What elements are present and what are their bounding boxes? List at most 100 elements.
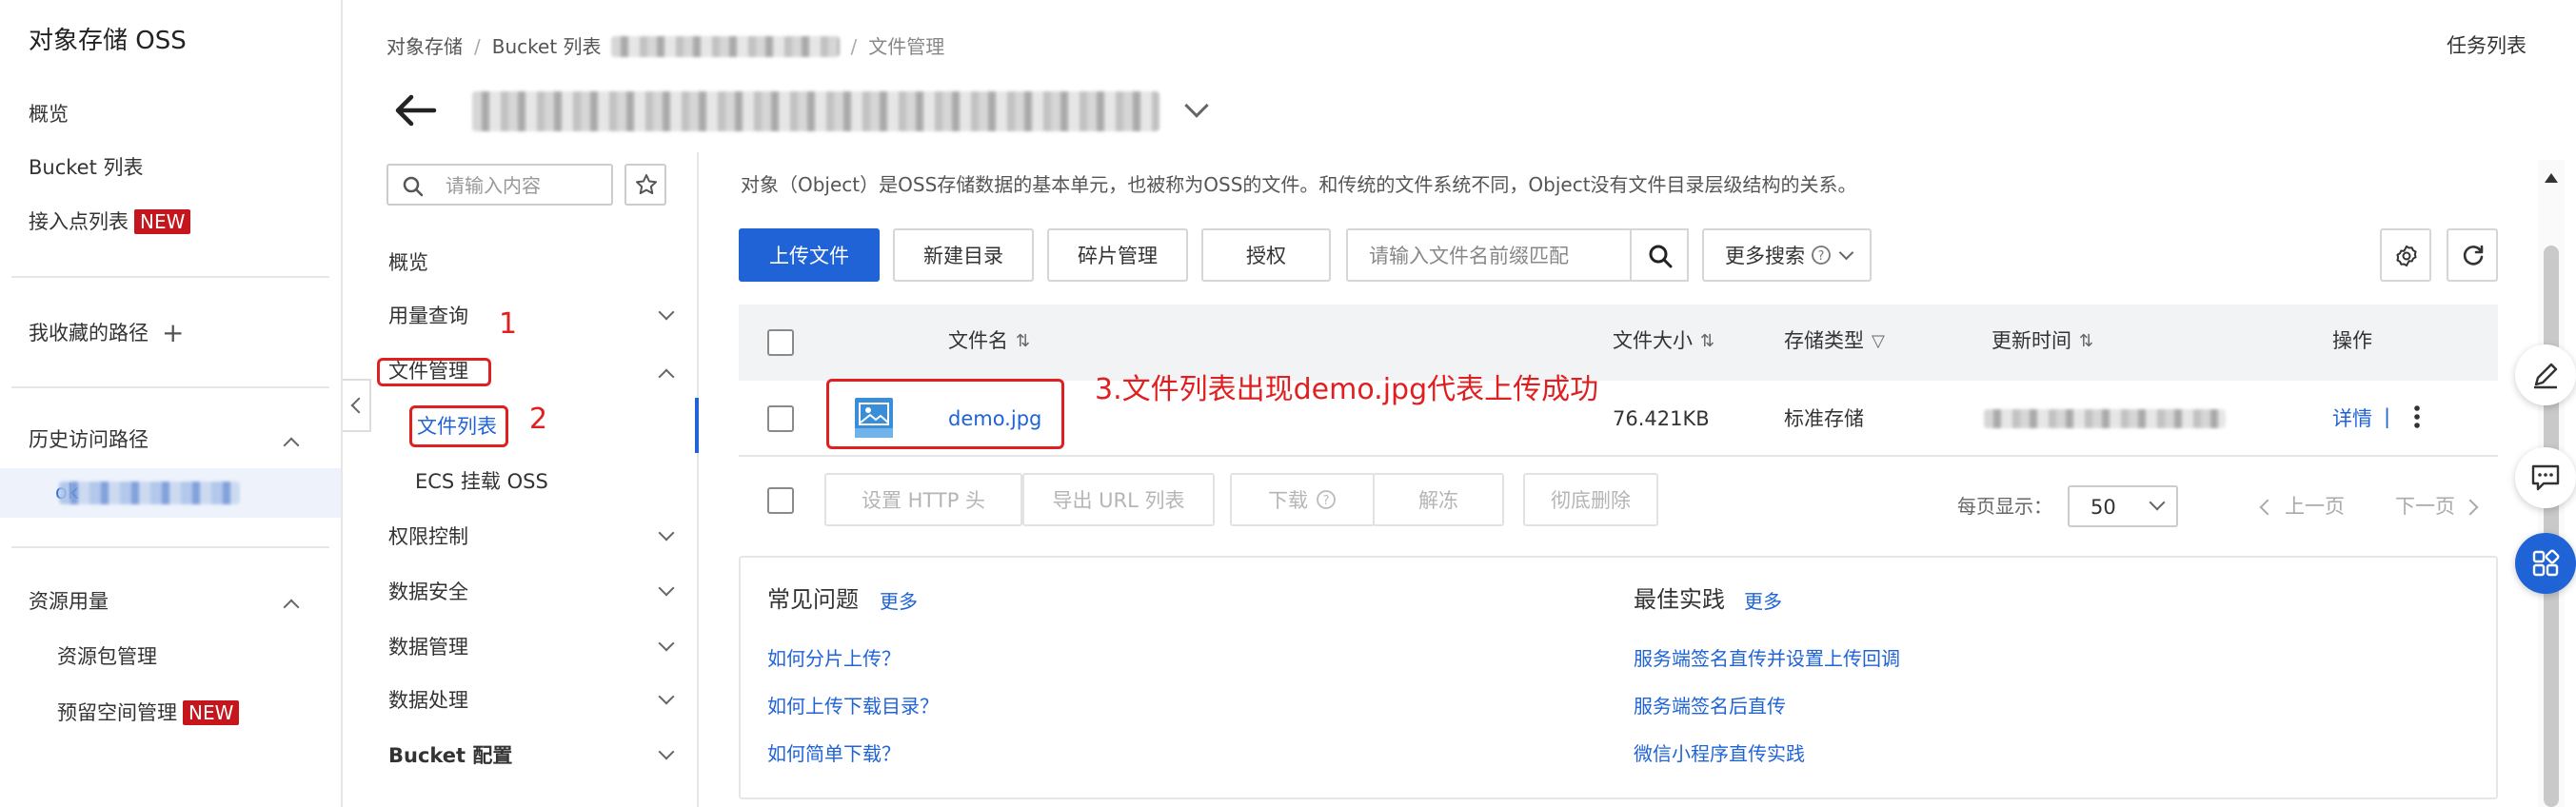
delete-permanently-button[interactable]: 彻底删除 xyxy=(1523,473,1658,526)
annotation-step-2: 2 xyxy=(529,403,548,436)
sidebar-item-label: 预留空间管理 xyxy=(57,700,177,724)
prev-page-label: 上一页 xyxy=(2285,495,2345,518)
new-directory-button[interactable]: 新建目录 xyxy=(893,228,1034,282)
sidebar-item-label: 接入点列表 xyxy=(29,209,129,233)
best-practice-more-link[interactable]: 更多 xyxy=(1744,592,1782,611)
nav-item-bucket-config[interactable]: Bucket 配置 xyxy=(388,746,512,766)
back-arrow-icon[interactable] xyxy=(390,91,438,129)
download-label: 下载 xyxy=(1268,489,1308,512)
collapse-icon[interactable] xyxy=(283,599,300,616)
nav-item-data-security[interactable]: 数据安全 xyxy=(388,582,468,602)
sidebar-history-label: 历史访问路径 xyxy=(29,428,149,451)
sort-icon[interactable]: ⇅ xyxy=(2079,332,2093,350)
nav-item-permissions[interactable]: 权限控制 xyxy=(388,527,468,547)
scroll-up-arrow-icon[interactable] xyxy=(2545,173,2558,183)
best-practice-link[interactable]: 微信小程序直传实践 xyxy=(1634,744,1805,763)
help-icon: ? xyxy=(1317,490,1336,509)
select-all-checkbox[interactable] xyxy=(767,329,794,356)
header-label: 文件名 xyxy=(948,329,1008,352)
add-icon[interactable]: + xyxy=(162,320,184,346)
sidebar-item-bucket-list[interactable]: Bucket 列表 xyxy=(29,158,144,178)
nav-item-overview[interactable]: 概览 xyxy=(388,253,428,273)
unfreeze-button[interactable]: 解冻 xyxy=(1373,473,1504,526)
chevron-down-icon xyxy=(1838,245,1854,260)
nav-item-data-management[interactable]: 数据管理 xyxy=(388,638,468,658)
page-size-select[interactable]: 50 xyxy=(2068,485,2178,527)
sidebar-item-access-points[interactable]: 接入点列表 NEW xyxy=(29,209,191,234)
faq-link[interactable]: 如何上传下载目录？ xyxy=(767,697,939,716)
task-list-link[interactable]: 任务列表 xyxy=(2447,36,2526,56)
faq-link[interactable]: 如何简单下载？ xyxy=(767,744,901,763)
faq-link[interactable]: 如何分片上传？ xyxy=(767,649,901,668)
sidebar: 对象存储 OSS 概览 Bucket 列表 接入点列表 NEW 我收藏的路径 +… xyxy=(0,0,343,807)
annotation-box-2 xyxy=(409,405,508,447)
column-header-actions: 操作 xyxy=(2332,329,2372,352)
faq-more-link[interactable]: 更多 xyxy=(880,592,918,611)
scrollbar-thumb[interactable] xyxy=(2544,246,2559,807)
filter-icon[interactable]: ▽ xyxy=(1872,332,1885,350)
detail-link[interactable]: 详情 xyxy=(2332,409,2372,429)
breadcrumb-item[interactable]: 对象存储 xyxy=(386,37,463,56)
page-size-label: 每页显示： xyxy=(1957,495,2052,518)
chevron-left-icon xyxy=(2259,499,2276,515)
nav-item-data-processing[interactable]: 数据处理 xyxy=(388,691,468,711)
next-page-button[interactable]: 下一页 xyxy=(2395,495,2479,518)
svg-text:?: ? xyxy=(1818,249,1825,264)
nav-item-usage[interactable]: 用量查询 xyxy=(388,306,468,326)
best-practice-title: 最佳实践 xyxy=(1634,586,1725,613)
upload-file-button[interactable]: 上传文件 xyxy=(739,228,880,282)
sidebar-history-item[interactable]: ok xyxy=(0,468,341,518)
export-url-list-button[interactable]: 导出 URL 列表 xyxy=(1022,473,1215,526)
blurred-bucket-title xyxy=(472,91,1159,131)
feedback-edit-button[interactable] xyxy=(2515,344,2576,405)
svg-text:?: ? xyxy=(1323,494,1330,508)
nav-search-placeholder: 请输入内容 xyxy=(446,174,541,197)
settings-button[interactable] xyxy=(2380,228,2431,282)
nav-item-ecs-mount[interactable]: ECS 挂载 OSS xyxy=(415,472,548,492)
help-icon: ? xyxy=(1812,246,1831,265)
header-label: 文件大小 xyxy=(1613,329,1693,352)
sort-icon[interactable]: ⇅ xyxy=(1700,332,1714,350)
column-header-updated[interactable]: 更新时间 ⇅ xyxy=(1991,331,2093,351)
bucket-switch-chevron-icon[interactable] xyxy=(1184,93,1209,118)
apps-button[interactable] xyxy=(2515,533,2576,594)
sidebar-item-resource-packages[interactable]: 资源包管理 xyxy=(57,647,157,667)
sidebar-favorites[interactable]: 我收藏的路径 + xyxy=(29,320,184,346)
sidebar-item-reserved-space[interactable]: 预留空间管理 NEW xyxy=(57,700,240,725)
sidebar-item-overview[interactable]: 概览 xyxy=(29,105,69,125)
prev-page-button[interactable]: 上一页 xyxy=(2259,495,2345,518)
best-practice-link[interactable]: 服务端签名后直传 xyxy=(1634,697,1786,716)
sidebar-item-label: 我收藏的路径 xyxy=(29,321,149,344)
breadcrumb: 对象存储 / Bucket 列表 / 文件管理 xyxy=(386,35,945,58)
refresh-button[interactable] xyxy=(2447,228,2498,282)
more-actions-icon[interactable] xyxy=(2412,404,2422,432)
breadcrumb-item: 文件管理 xyxy=(868,35,945,58)
set-http-header-button[interactable]: 设置 HTTP 头 xyxy=(824,473,1022,526)
chevron-right-icon xyxy=(2462,499,2479,515)
column-header-filename[interactable]: 文件名 ⇅ xyxy=(948,331,1030,351)
search-button[interactable] xyxy=(1630,228,1689,282)
more-search-button[interactable]: 更多搜索 ? xyxy=(1702,228,1872,282)
best-practice-link[interactable]: 服务端签名直传并设置上传回调 xyxy=(1634,649,1900,668)
next-page-label: 下一页 xyxy=(2395,495,2455,518)
download-button[interactable]: 下载 ? xyxy=(1230,473,1375,526)
nav-active-indicator xyxy=(695,398,699,453)
file-search-input[interactable]: 请输入文件名前缀匹配 xyxy=(1346,228,1632,282)
divider xyxy=(11,546,329,548)
authorize-button[interactable]: 授权 xyxy=(1201,228,1331,282)
faq-title: 常见问题 xyxy=(767,586,859,613)
chat-button[interactable] xyxy=(2515,447,2576,508)
sort-icon[interactable]: ⇅ xyxy=(1016,332,1030,350)
collapse-sidebar-button[interactable] xyxy=(343,379,371,432)
breadcrumb-item[interactable]: Bucket 列表 xyxy=(492,37,602,56)
column-header-storage[interactable]: 存储类型 ▽ xyxy=(1784,331,1885,351)
collapse-icon[interactable] xyxy=(283,437,300,454)
fragment-management-button[interactable]: 碎片管理 xyxy=(1047,228,1188,282)
nav-search-input[interactable]: 请输入内容 xyxy=(386,164,613,206)
column-header-size[interactable]: 文件大小 ⇅ xyxy=(1613,331,1714,351)
favorite-star-button[interactable] xyxy=(624,164,666,206)
row-checkbox[interactable] xyxy=(767,405,794,432)
annotation-box-1 xyxy=(377,358,491,386)
select-all-bottom-checkbox[interactable] xyxy=(767,487,794,514)
edit-icon xyxy=(2534,363,2558,389)
